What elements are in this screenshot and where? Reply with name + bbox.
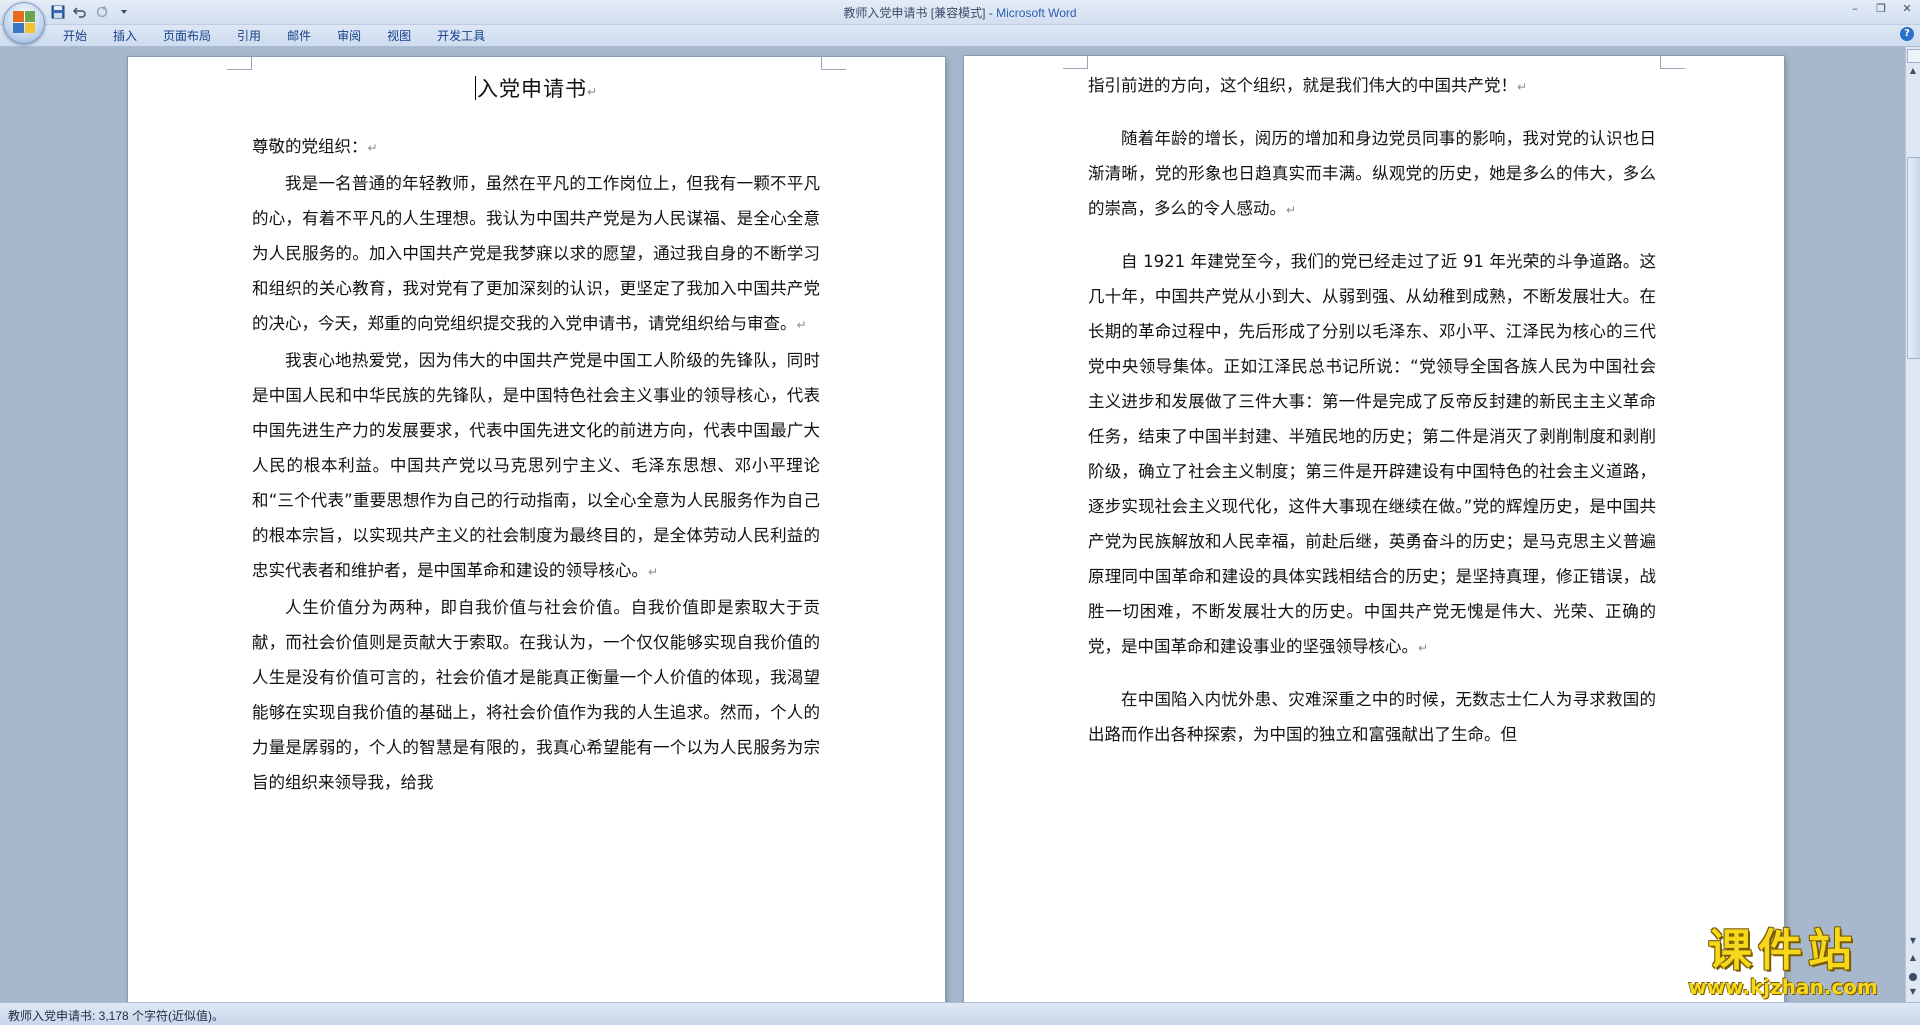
paragraph-text: 尊敬的党组织： <box>252 137 368 156</box>
paragraph-text: 指引前进的方向，这个组织，就是我们伟大的中国共产党！ <box>1088 76 1517 95</box>
window-controls: – ❐ ✕ <box>1846 1 1916 17</box>
tab-review[interactable]: 审阅 <box>324 28 374 44</box>
crop-mark <box>821 57 846 70</box>
paragraph-mark: ↵ <box>1418 641 1429 655</box>
paragraph-text: 人生价值分为两种，即自我价值与社会价值。自我价值即是索取大于贡献，而社会价值则是… <box>252 598 820 792</box>
minimize-icon[interactable]: – <box>1846 1 1864 17</box>
help-icon[interactable]: ? <box>1900 27 1914 41</box>
previous-page-icon[interactable]: ▲ <box>1907 953 1919 965</box>
ribbon-tab-bar: 开始 插入 页面布局 引用 邮件 审阅 视图 开发工具 ? <box>0 25 1920 47</box>
paragraph: 人生价值分为两种，即自我价值与社会价值。自我价值即是索取大于贡献，而社会价值则是… <box>252 590 820 800</box>
watermark-text: 课件站 <box>1708 925 1858 976</box>
page-right[interactable]: 指引前进的方向，这个组织，就是我们伟大的中国共产党！↵ 随着年龄的增长，阅历的增… <box>964 56 1784 1003</box>
watermark-url: www.kjzhan.com <box>1688 975 1878 999</box>
paragraph-mark: ↵ <box>1286 203 1297 217</box>
office-logo-icon <box>13 11 35 33</box>
browse-object-icon[interactable] <box>1909 973 1917 981</box>
paragraph: 指引前进的方向，这个组织，就是我们伟大的中国共产党！↵ <box>1088 68 1656 105</box>
paragraph-mark: ↵ <box>367 141 378 155</box>
paragraph: 我衷心地热爱党，因为伟大的中国共产党是中国工人阶级的先锋队，同时是中国人民和中华… <box>252 343 820 590</box>
scroll-thumb[interactable] <box>1907 157 1920 359</box>
paragraph-text: 在中国陷入内忧外患、灾难深重之中的时候，无数志士仁人为寻求救国的出路而作出各种探… <box>1088 690 1656 744</box>
maximize-icon[interactable]: ❐ <box>1872 1 1890 17</box>
tab-home[interactable]: 开始 <box>50 28 100 44</box>
watermark-logo: 课件站 www.kjzhan.com <box>1668 926 1898 1006</box>
paragraph-text: 我是一名普通的年轻教师，虽然在平凡的工作岗位上，但我有一颗不平凡的心，有着不平凡… <box>252 174 820 333</box>
paragraph: 在中国陷入内忧外患、灾难深重之中的时候，无数志士仁人为寻求救国的出路而作出各种探… <box>1088 682 1656 752</box>
close-icon[interactable]: ✕ <box>1898 1 1916 17</box>
document-area[interactable]: 入党申请书↵ 尊敬的党组织：↵ 我是一名普通的年轻教师，虽然在平凡的工作岗位上，… <box>0 47 1906 1003</box>
paragraph: 随着年龄的增长，阅历的增加和身边党员同事的影响，我对党的认识也日渐清晰，党的形象… <box>1088 121 1656 228</box>
tab-view[interactable]: 视图 <box>374 28 424 44</box>
tab-developer[interactable]: 开发工具 <box>424 28 498 44</box>
paragraph-mark: ↵ <box>648 565 659 579</box>
app-name: Microsoft Word <box>996 6 1077 20</box>
scroll-up-icon[interactable]: ▲ <box>1907 65 1919 77</box>
title-separator: - <box>985 6 997 20</box>
window-title: 教师入党申请书 [兼容模式] - Microsoft Word <box>0 4 1920 21</box>
paragraph-mark: ↵ <box>586 85 599 99</box>
status-bar: 教师入党申请书: 3,178 个字符(近似值)。 <box>0 1002 1920 1025</box>
crop-mark <box>1660 56 1685 69</box>
right-page-body: 指引前进的方向，这个组织，就是我们伟大的中国共产党！↵ 随着年龄的增长，阅历的增… <box>1088 68 1656 752</box>
crop-mark <box>1063 56 1088 69</box>
vertical-scrollbar[interactable]: ▲ ▼ ▲ ▼ <box>1905 47 1920 1003</box>
next-page-icon[interactable]: ▼ <box>1907 987 1919 999</box>
document-name: 教师入党申请书 [兼容模式] <box>843 6 986 20</box>
paragraph-mark: ↵ <box>1517 80 1528 94</box>
left-page-body: 尊敬的党组织：↵ 我是一名普通的年轻教师，虽然在平凡的工作岗位上，但我有一颗不平… <box>252 129 820 800</box>
tab-insert[interactable]: 插入 <box>100 28 150 44</box>
title-text: 入党申请书 <box>476 77 587 101</box>
paragraph: 我是一名普通的年轻教师，虽然在平凡的工作岗位上，但我有一颗不平凡的心，有着不平凡… <box>252 166 820 343</box>
word-count-status[interactable]: 教师入党申请书: 3,178 个字符(近似值)。 <box>8 1007 224 1024</box>
paragraph-text: 随着年龄的增长，阅历的增加和身边党员同事的影响，我对党的认识也日渐清晰，党的形象… <box>1088 129 1656 218</box>
ruler-toggle-icon[interactable] <box>1907 49 1920 63</box>
office-button[interactable] <box>3 2 45 44</box>
scroll-down-icon[interactable]: ▼ <box>1907 935 1919 947</box>
paragraph-mark: ↵ <box>796 318 807 332</box>
crop-mark <box>227 57 252 70</box>
text-cursor <box>474 76 476 100</box>
page-left[interactable]: 入党申请书↵ 尊敬的党组织：↵ 我是一名普通的年轻教师，虽然在平凡的工作岗位上，… <box>128 57 945 1003</box>
tab-mailings[interactable]: 邮件 <box>274 28 324 44</box>
paragraph: 自 1921 年建党至今，我们的党已经走过了近 91 年光荣的斗争道路。这几十年… <box>1088 244 1656 666</box>
paragraph-text: 我衷心地热爱党，因为伟大的中国共产党是中国工人阶级的先锋队，同时是中国人民和中华… <box>252 351 820 580</box>
tab-references[interactable]: 引用 <box>224 28 274 44</box>
paragraph-text: 自 1921 年建党至今，我们的党已经走过了近 91 年光荣的斗争道路。这几十年… <box>1088 252 1656 656</box>
title-bar: 教师入党申请书 [兼容模式] - Microsoft Word – ❐ ✕ <box>0 0 1920 44</box>
salutation: 尊敬的党组织：↵ <box>252 129 820 166</box>
tab-page-layout[interactable]: 页面布局 <box>150 28 224 44</box>
document-title: 入党申请书↵ <box>128 73 945 103</box>
